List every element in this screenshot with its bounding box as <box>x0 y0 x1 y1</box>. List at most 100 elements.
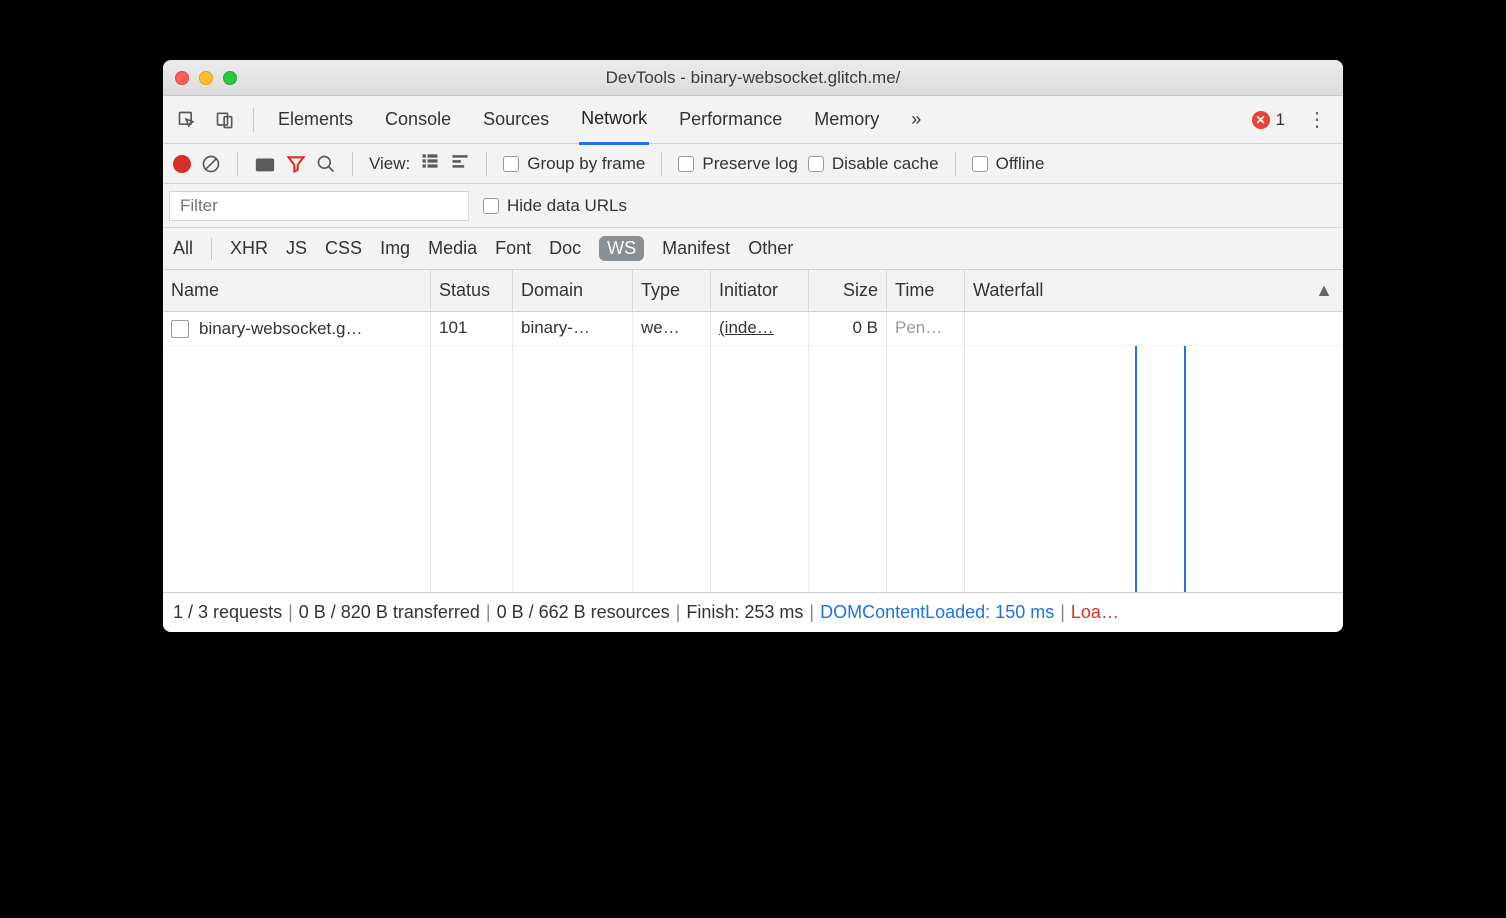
separator: | <box>288 602 293 623</box>
tab-elements[interactable]: Elements <box>276 96 355 143</box>
separator: | <box>486 602 491 623</box>
search-icon[interactable] <box>316 154 336 174</box>
filter-input[interactable] <box>169 191 469 221</box>
waterfall-label: Waterfall <box>973 280 1043 300</box>
column-status[interactable]: Status <box>431 270 513 311</box>
column-initiator[interactable]: Initiator <box>711 270 809 311</box>
view-label: View: <box>369 154 410 174</box>
tab-overflow[interactable]: » <box>909 96 923 143</box>
cell-time: Pen… <box>887 312 965 345</box>
group-by-frame-label: Group by frame <box>527 154 645 174</box>
divider <box>955 152 956 176</box>
status-requests: 1 / 3 requests <box>173 602 282 623</box>
type-font[interactable]: Font <box>495 238 531 259</box>
tabs-right: ✕ 1 ⋮ <box>1252 107 1335 132</box>
disable-cache-label: Disable cache <box>832 154 939 174</box>
error-count: 1 <box>1276 110 1285 130</box>
sort-ascending-icon: ▲ <box>1315 280 1333 301</box>
type-xhr[interactable]: XHR <box>230 238 268 259</box>
type-doc[interactable]: Doc <box>549 238 581 259</box>
network-toolbar: View: Group by frame Preserve log Disabl… <box>163 144 1343 184</box>
cell-size: 0 B <box>809 312 887 345</box>
status-bar: 1 / 3 requests | 0 B / 820 B transferred… <box>163 592 1343 632</box>
checkbox[interactable] <box>503 156 519 172</box>
checkbox[interactable] <box>808 156 824 172</box>
device-toggle-icon[interactable] <box>209 104 241 136</box>
separator: | <box>676 602 681 623</box>
divider <box>211 238 212 260</box>
type-img[interactable]: Img <box>380 238 410 259</box>
cell-type: we… <box>633 312 711 345</box>
status-resources: 0 B / 662 B resources <box>497 602 670 623</box>
group-by-frame-toggle[interactable]: Group by frame <box>503 154 645 174</box>
maximize-window-button[interactable] <box>223 71 237 85</box>
tab-network[interactable]: Network <box>579 95 649 145</box>
inspect-element-icon[interactable] <box>171 104 203 136</box>
preserve-log-toggle[interactable]: Preserve log <box>678 154 797 174</box>
type-js[interactable]: JS <box>286 238 307 259</box>
tab-console[interactable]: Console <box>383 96 453 143</box>
tabs-bar: Elements Console Sources Network Perform… <box>163 96 1343 144</box>
type-media[interactable]: Media <box>428 238 477 259</box>
offline-toggle[interactable]: Offline <box>972 154 1045 174</box>
disable-cache-toggle[interactable]: Disable cache <box>808 154 939 174</box>
window-title: DevTools - binary-websocket.glitch.me/ <box>606 68 901 88</box>
column-time[interactable]: Time <box>887 270 965 311</box>
error-icon: ✕ <box>1252 111 1270 129</box>
offline-label: Offline <box>996 154 1045 174</box>
separator: | <box>1060 602 1065 623</box>
divider <box>352 152 353 176</box>
large-rows-icon[interactable] <box>420 151 440 176</box>
clear-icon[interactable] <box>201 154 221 174</box>
cell-status: 101 <box>431 312 513 345</box>
column-name[interactable]: Name <box>163 270 431 311</box>
divider <box>486 152 487 176</box>
column-size[interactable]: Size <box>809 270 887 311</box>
type-ws[interactable]: WS <box>599 236 644 261</box>
cell-domain: binary-… <box>513 312 633 345</box>
table-header: Name Status Domain Type Initiator Size T… <box>163 270 1343 312</box>
type-other[interactable]: Other <box>748 238 793 259</box>
checkbox[interactable] <box>972 156 988 172</box>
column-waterfall[interactable]: Waterfall ▲ <box>965 270 1343 311</box>
checkbox[interactable] <box>678 156 694 172</box>
record-button[interactable] <box>173 155 191 173</box>
cell-name: binary-websocket.g… <box>163 312 431 345</box>
column-domain[interactable]: Domain <box>513 270 633 311</box>
status-dcl: DOMContentLoaded: 150 ms <box>820 602 1054 623</box>
type-all[interactable]: All <box>173 238 193 259</box>
filter-bar: Hide data URLs <box>163 184 1343 228</box>
separator: | <box>809 602 814 623</box>
tab-memory[interactable]: Memory <box>812 96 881 143</box>
divider <box>237 152 238 176</box>
tab-performance[interactable]: Performance <box>677 96 784 143</box>
status-transferred: 0 B / 820 B transferred <box>299 602 480 623</box>
cell-initiator[interactable]: (inde… <box>711 312 809 345</box>
minimize-window-button[interactable] <box>199 71 213 85</box>
overview-icon[interactable] <box>450 151 470 176</box>
tab-sources[interactable]: Sources <box>481 96 551 143</box>
hide-data-urls-toggle[interactable]: Hide data URLs <box>483 196 627 216</box>
close-window-button[interactable] <box>175 71 189 85</box>
divider <box>661 152 662 176</box>
status-load: Loa… <box>1071 602 1119 623</box>
traffic-lights <box>175 71 237 85</box>
screenshots-icon[interactable] <box>254 153 276 175</box>
table-body: binary-websocket.g… 101 binary-… we… (in… <box>163 312 1343 592</box>
error-badge[interactable]: ✕ 1 <box>1252 110 1285 130</box>
devtools-window: DevTools - binary-websocket.glitch.me/ E… <box>163 60 1343 632</box>
waterfall-load-line <box>1184 346 1186 592</box>
table-row[interactable]: binary-websocket.g… 101 binary-… we… (in… <box>163 312 1343 346</box>
request-name: binary-websocket.g… <box>199 319 362 339</box>
checkbox[interactable] <box>483 198 499 214</box>
hide-data-urls-label: Hide data URLs <box>507 196 627 216</box>
filter-icon[interactable] <box>286 154 306 174</box>
type-filter-bar: All XHR JS CSS Img Media Font Doc WS Man… <box>163 228 1343 270</box>
preserve-log-label: Preserve log <box>702 154 797 174</box>
column-type[interactable]: Type <box>633 270 711 311</box>
type-css[interactable]: CSS <box>325 238 362 259</box>
type-manifest[interactable]: Manifest <box>662 238 730 259</box>
more-menu-icon[interactable]: ⋮ <box>1299 107 1335 132</box>
cell-waterfall <box>965 312 1343 345</box>
request-type-icon <box>171 320 189 338</box>
